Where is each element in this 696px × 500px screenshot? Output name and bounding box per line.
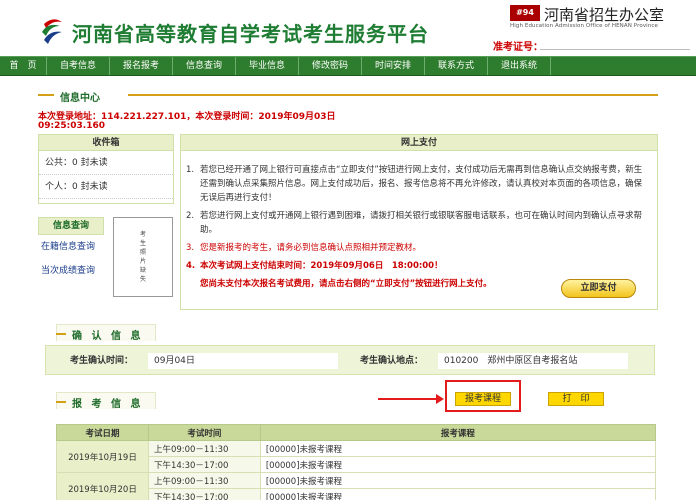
nav-schedule[interactable]: 时间安排	[362, 57, 425, 75]
exam-number-value	[540, 49, 690, 50]
payment-note-3: 3. 您是新报考的考生，请务必到信息确认点照相并预定教材。	[186, 243, 422, 253]
pay-now-button[interactable]: 立即支付	[561, 279, 636, 298]
exam-schedule-table: 考试日期 考试时间 报考课程 2019年10月19日 上午09:00－11:30…	[56, 424, 657, 500]
info-center-title: 信息中心	[60, 93, 100, 104]
apply-courses-button[interactable]: 报考课程	[455, 392, 511, 406]
exam-time-cell: 下午14:30－17:00	[147, 488, 261, 500]
nav-logout[interactable]: 退出系统	[488, 57, 551, 75]
office-name-en: High Education Admission Office of HENAN…	[510, 23, 659, 29]
inbox-panel: 收件箱 公共：0 封未读 个人：0 封未读	[38, 134, 174, 204]
nav-info-query[interactable]: 信息查询	[173, 57, 236, 75]
exam-time-cell: 下午14:30－17:00	[147, 456, 261, 473]
payment-note-2: 2. 若您进行网上支付或开通网上银行遇到困难，请拨打相关银行或银联客服电话联系，也…	[186, 211, 643, 235]
admission-office-logo: #94 河南省招生办公室 High Education Admission Of…	[510, 2, 690, 32]
col-exam-course: 报考课程	[259, 424, 657, 441]
main-nav: 首 页 自考信息 报名报考 信息查询 毕业信息 修改密码 时间安排 联系方式 退…	[0, 56, 696, 76]
table-row: 2019年10月20日 上午09:00－11:30 [00000]未报考课程	[56, 472, 657, 500]
info-query-panel: 信息查询 在籍信息查询 当次成绩查询	[38, 217, 104, 289]
payment-note-1: 1. 若您已经开通了网上银行可直接点击“立即支付”按钮进行网上支付，支付成功后无需…	[186, 165, 643, 203]
photo-missing-text: 考生照片缺失	[140, 231, 147, 283]
exam-course-cell: [00000]未报考课程	[259, 488, 657, 500]
online-payment-title: 网上支付	[181, 135, 657, 151]
inbox-title: 收件箱	[39, 135, 173, 151]
info-center-bar: 信息中心	[38, 89, 658, 104]
col-exam-date: 考试日期	[56, 424, 149, 441]
confirm-time-value: 09月04日	[148, 353, 338, 369]
score-query-link[interactable]: 当次成绩查询	[38, 259, 104, 283]
office-name: 河南省招生办公室	[544, 6, 665, 24]
exam-course-cell: [00000]未报考课程	[259, 472, 657, 489]
student-photo: 考生照片缺失	[113, 217, 173, 297]
nav-graduation[interactable]: 毕业信息	[236, 57, 299, 75]
annotation-arrow-head	[436, 394, 444, 404]
print-button[interactable]: 打 印	[548, 392, 604, 406]
inbox-personal[interactable]: 个人：0 封未读	[39, 175, 173, 199]
nav-exam-info[interactable]: 自考信息	[47, 57, 110, 75]
confirm-time-label: 考生确认时间：	[70, 356, 134, 366]
nav-change-password[interactable]: 修改密码	[299, 57, 362, 75]
login-info-line2: 09:25:03.160	[38, 121, 105, 131]
exam-time-cell: 上午09:00－11:30	[147, 440, 261, 457]
confirm-info-panel: 考生确认时间： 09月04日 考生确认地点： 010200 郑州中原区自考报名站	[45, 345, 655, 375]
online-payment-panel: 网上支付 1. 若您已经开通了网上银行可直接点击“立即支付”按钮进行网上支付，支付…	[180, 134, 658, 310]
enrollment-query-link[interactable]: 在籍信息查询	[38, 235, 104, 259]
nav-contact[interactable]: 联系方式	[425, 57, 488, 75]
confirm-place-label: 考生确认地点：	[360, 356, 424, 366]
exam-course-cell: [00000]未报考课程	[259, 456, 657, 473]
exam-number-label: 准考证号：	[493, 42, 543, 53]
page-header: 河南省高等教育自学考试考生服务平台 #94 河南省招生办公室 High Educ…	[0, 0, 696, 56]
confirm-place-value: 010200 郑州中原区自考报名站	[438, 353, 628, 369]
office-badge: #94	[510, 5, 540, 21]
table-row: 2019年10月19日 上午09:00－11:30 [00000]未报考课程	[56, 440, 657, 473]
info-query-title: 信息查询	[38, 217, 104, 235]
exam-date-cell: 2019年10月19日	[56, 440, 149, 473]
col-exam-time: 考试时间	[147, 424, 261, 441]
logo-icon	[42, 19, 62, 44]
table-header-row: 考试日期 考试时间 报考课程	[56, 424, 657, 441]
nav-home[interactable]: 首 页	[0, 57, 47, 75]
exam-date-cell: 2019年10月20日	[56, 472, 149, 500]
site-title: 河南省高等教育自学考试考生服务平台	[72, 22, 429, 46]
inbox-public[interactable]: 公共：0 封未读	[39, 151, 173, 175]
payment-unpaid-notice: 您尚未支付本次报名考试费用，请点击右侧的“立即支付”按钮进行网上支付。	[200, 279, 492, 289]
exam-time-cell: 上午09:00－11:30	[147, 472, 261, 489]
annotation-arrow	[378, 398, 440, 400]
exam-course-cell: [00000]未报考课程	[259, 440, 657, 457]
payment-deadline: 4. 本次考试网上支付结束时间：2019年09月06日 18:00:00！	[186, 261, 443, 271]
nav-registration[interactable]: 报名报考	[110, 57, 173, 75]
